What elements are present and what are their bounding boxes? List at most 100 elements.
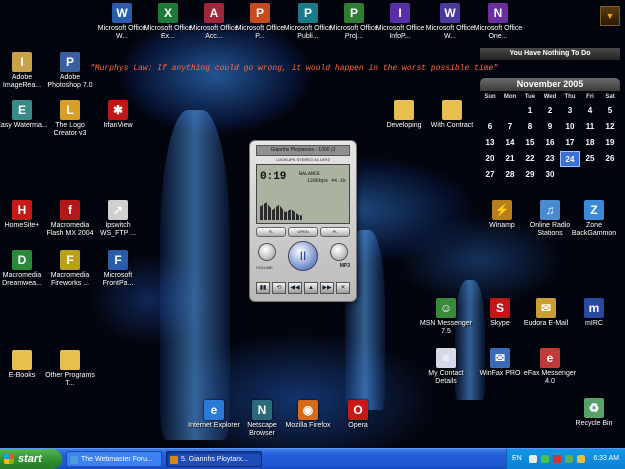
- calendar-day[interactable]: 29: [520, 167, 540, 183]
- calendar-today[interactable]: 24: [560, 151, 580, 167]
- desktop-icon-label: Microsoft FrontPa...: [102, 272, 134, 287]
- desktop-icon-infopath[interactable]: I Microsoft Office InfoP...: [372, 3, 428, 41]
- calendar-day[interactable]: 27: [480, 167, 500, 183]
- desktop-icon-folder[interactable]: With Contract: [424, 100, 480, 130]
- fl-button[interactable]: FL: [256, 227, 286, 237]
- calendar-weekday: Fri: [586, 94, 594, 100]
- desktop-icon-frontpage[interactable]: F Microsoft FrontPa...: [90, 250, 146, 288]
- volume-knob[interactable]: [258, 243, 276, 261]
- desktop-icon-firefox[interactable]: ◉ Mozilla Firefox: [280, 400, 336, 430]
- eudora-icon: ✉: [536, 298, 556, 318]
- previous-button[interactable]: ◀◀: [288, 282, 302, 294]
- desktop-icon-label: Microsoft Office InfoP...: [375, 25, 425, 40]
- player-stream-info: LOOKUPS STEREO 44.1KHZ: [276, 157, 330, 162]
- antivirus-icon[interactable]: [553, 455, 561, 463]
- calendar-day[interactable]: 12: [600, 119, 620, 135]
- calendar-day[interactable]: 26: [600, 151, 620, 167]
- desktop-icon-label: With Contract: [430, 122, 474, 129]
- internet-explorer-icon: [70, 456, 78, 464]
- calendar-day[interactable]: 14: [500, 135, 520, 151]
- desktop-icon-efax[interactable]: e eFax Messenger 4.0: [522, 348, 578, 386]
- pause-transport-button[interactable]: ▮▮: [256, 282, 270, 294]
- desktop-icon-label: WinFax PRO: [479, 370, 521, 377]
- calendar-day[interactable]: 3: [560, 103, 580, 119]
- desktop-icon-contact-details[interactable]: ≡ My Contact Details: [418, 348, 474, 386]
- calendar-day[interactable]: 17: [560, 135, 580, 151]
- murphys-law-quote: "Murphys Law: If anything could go wrong…: [90, 64, 499, 73]
- calendar-day[interactable]: 6: [480, 119, 500, 135]
- collapse-arrows-icon[interactable]: ▼: [600, 6, 620, 26]
- calendar-day[interactable]: 7: [500, 119, 520, 135]
- desktop-icon-mirc[interactable]: m mIRC: [566, 298, 622, 328]
- winamp-icon: [170, 456, 178, 464]
- calendar-day[interactable]: 4: [580, 103, 600, 119]
- desktop-icon-label: Opera: [348, 422, 368, 429]
- start-button[interactable]: start: [0, 449, 62, 469]
- publisher-icon: P: [298, 3, 318, 23]
- desktop-icon-ws-ftp[interactable]: ↗ Ipswitch WS_FTP ...: [90, 200, 146, 238]
- desktop-icon-winfax[interactable]: ✉ WinFax PRO: [472, 348, 528, 378]
- calendar-day[interactable]: 11: [580, 119, 600, 135]
- mirc-icon: m: [584, 298, 604, 318]
- network-icon[interactable]: [541, 455, 549, 463]
- desktop-icon-irfanview[interactable]: ✱ IrfanView: [90, 100, 146, 130]
- media-player-window[interactable]: Giannhs Ploytarxos - 1000 (3 LOOKUPS STE…: [249, 140, 357, 302]
- word-icon: W: [112, 3, 132, 23]
- netscape-icon: N: [252, 400, 272, 420]
- calendar-weekday: Thu: [564, 94, 576, 100]
- messenger-tray-icon[interactable]: [565, 455, 573, 463]
- balance-knob[interactable]: [330, 243, 348, 261]
- repeat-button[interactable]: ⟲: [272, 282, 286, 294]
- calendar-day[interactable]: 22: [520, 151, 540, 167]
- calendar-day[interactable]: 20: [480, 151, 500, 167]
- desktop-icon-folder[interactable]: Other Programs T...: [42, 350, 98, 388]
- taskbar-item-webmaster-forum[interactable]: The Webmaster Foru...: [66, 451, 162, 467]
- calendar-day: [600, 167, 620, 183]
- calendar-weekday: Sat: [605, 94, 615, 100]
- imageready-icon: I: [12, 52, 32, 72]
- calendar-day[interactable]: 1: [520, 103, 540, 119]
- calendar-day[interactable]: 5: [600, 103, 620, 119]
- winfax-icon: ✉: [490, 348, 510, 368]
- language-indicator[interactable]: EN: [512, 455, 522, 462]
- calendar-day[interactable]: 21: [500, 151, 520, 167]
- excel-icon: X: [158, 3, 178, 23]
- desktop-icon-recycle-bin[interactable]: ♻ Recycle Bin: [566, 398, 622, 428]
- update-tray-icon[interactable]: [577, 455, 585, 463]
- open-button[interactable]: OPEN: [288, 227, 318, 237]
- calendar-day[interactable]: 16: [540, 135, 560, 151]
- calendar-day[interactable]: 19: [600, 135, 620, 151]
- calendar-day[interactable]: 28: [500, 167, 520, 183]
- desktop-icon-opera[interactable]: O Opera: [330, 400, 386, 430]
- pl-button[interactable]: PL: [320, 227, 350, 237]
- next-button[interactable]: ▶▶: [320, 282, 334, 294]
- taskbar-item-winamp[interactable]: 5. Giannhs Ploytarx...: [166, 451, 262, 467]
- fireworks-icon: F: [60, 250, 80, 270]
- calendar-day[interactable]: 30: [540, 167, 560, 183]
- calendar-widget: November 2005 Sun Mon Tue Wed Thu Fri Sat 1 2 3 4 5…: [480, 78, 620, 183]
- desktop-icon-zone[interactable]: Z Zone BackGammon: [566, 200, 622, 238]
- sound-icon[interactable]: [529, 455, 537, 463]
- calendar-day[interactable]: 18: [580, 135, 600, 151]
- calendar-day: [560, 167, 580, 183]
- calendar-day[interactable]: 15: [520, 135, 540, 151]
- folder-icon: [12, 350, 32, 370]
- pause-button[interactable]: II: [288, 241, 318, 271]
- desktop-icon-onenote[interactable]: N Microsoft Office One...: [470, 3, 526, 41]
- calendar-day[interactable]: 2: [540, 103, 560, 119]
- desktop-icon-photoshop[interactable]: P Adobe Photoshop 7.0: [42, 52, 98, 90]
- desktop-icon-msn[interactable]: ☺ MSN Messenger 7.5: [418, 298, 474, 336]
- eject-button[interactable]: ▲: [304, 282, 318, 294]
- msn-icon: ☺: [436, 298, 456, 318]
- calendar-day[interactable]: 23: [540, 151, 560, 167]
- calendar-day[interactable]: 9: [540, 119, 560, 135]
- desktop-icon-label: Adobe Photoshop 7.0: [47, 74, 93, 89]
- ws-ftp-icon: ↗: [108, 200, 128, 220]
- clock[interactable]: 6:33 AM: [593, 455, 619, 462]
- folder-icon: [442, 100, 462, 120]
- calendar-day[interactable]: 13: [480, 135, 500, 151]
- calendar-day[interactable]: 10: [560, 119, 580, 135]
- close-button[interactable]: ✕: [336, 282, 350, 294]
- calendar-day[interactable]: 25: [580, 151, 600, 167]
- calendar-day[interactable]: 8: [520, 119, 540, 135]
